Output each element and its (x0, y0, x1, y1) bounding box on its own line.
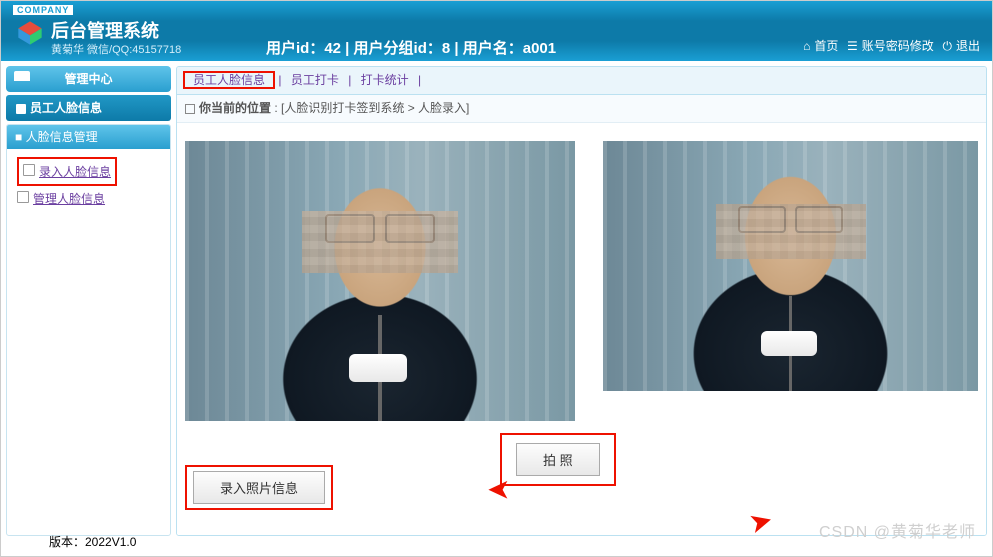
account-icon: ☰ (847, 39, 858, 53)
home-icon: ⌂ (803, 39, 810, 53)
sidebar-link-manage[interactable]: 管理人脸信息 (17, 186, 160, 211)
highlight-tab1: 员工人脸信息 (183, 71, 275, 89)
sidebar-cat-label: 员工人脸信息 (30, 101, 102, 115)
content-area: 拍 照 录入照片信息 ➤ ➤ (177, 123, 986, 535)
sidebar-header-label: 管理中心 (64, 72, 112, 86)
tabbar: 员工人脸信息 | 员工打卡 | 打卡统计 | (177, 67, 986, 95)
nav-home[interactable]: 首页 (814, 39, 838, 53)
version-label: 版本：2022V1.0 (49, 533, 136, 550)
grid-icon (16, 104, 26, 114)
app-header: COMPANY 后台管理系统 黄菊华 微信/QQ:45157718 用户id：4… (1, 1, 992, 61)
tab-checkin[interactable]: 员工打卡 (285, 73, 345, 87)
app-title: 后台管理系统 (51, 17, 159, 43)
power-icon: ⏻ (942, 39, 952, 53)
main-area: 员工人脸信息 | 员工打卡 | 打卡统计 | 你当前的位置 : [人脸识别打卡签… (176, 66, 987, 536)
captured-image (603, 141, 978, 391)
save-button[interactable]: 录入照片信息 (193, 471, 325, 504)
logo-icon (16, 19, 44, 47)
company-tag: COMPANY (13, 5, 73, 15)
face-blur (302, 211, 458, 273)
watermark: CSDN @黄菊华老师 (819, 518, 976, 542)
folder-icon (14, 71, 30, 81)
sidebar-header[interactable]: 管理中心 (6, 66, 171, 92)
tab-stats[interactable]: 打卡统计 (355, 73, 415, 87)
sidebar: 管理中心 员工人脸信息 ■ 人脸信息管理 录入人脸信息 管理人脸信息 (6, 66, 171, 536)
header-nav: ⌂ 首页 ☰ 账号密码修改 ⏻ 退出 (803, 37, 982, 54)
nav-logout[interactable]: 退出 (956, 39, 980, 53)
face-blur (716, 204, 866, 259)
sidebar-category-face[interactable]: 员工人脸信息 (6, 95, 171, 121)
sidebar-panel: ■ 人脸信息管理 录入人脸信息 管理人脸信息 (6, 124, 171, 536)
capture-button[interactable]: 拍 照 (516, 443, 600, 476)
nav-account[interactable]: 账号密码修改 (862, 39, 934, 53)
user-info: 用户id：42 | 用户分组id：8 | 用户名：a001 (266, 37, 556, 58)
sidebar-link-enroll[interactable]: 录入人脸信息 (23, 159, 111, 184)
app-subtitle: 黄菊华 微信/QQ:45157718 (51, 41, 181, 57)
breadcrumb: 你当前的位置 : [人脸识别打卡签到系统 > 人脸录入] (177, 95, 986, 123)
arrow-icon: ➤ (745, 503, 776, 536)
doc-icon (185, 104, 195, 114)
highlight-save: 录入照片信息 (185, 465, 333, 510)
arrow-icon: ➤ (487, 474, 510, 507)
highlight-enroll: 录入人脸信息 (17, 157, 117, 186)
tab-face-info[interactable]: 员工人脸信息 (187, 73, 271, 87)
sidebar-panel-header: ■ 人脸信息管理 (7, 125, 170, 149)
highlight-capture: 拍 照 (500, 433, 616, 486)
camera-preview (185, 141, 575, 421)
